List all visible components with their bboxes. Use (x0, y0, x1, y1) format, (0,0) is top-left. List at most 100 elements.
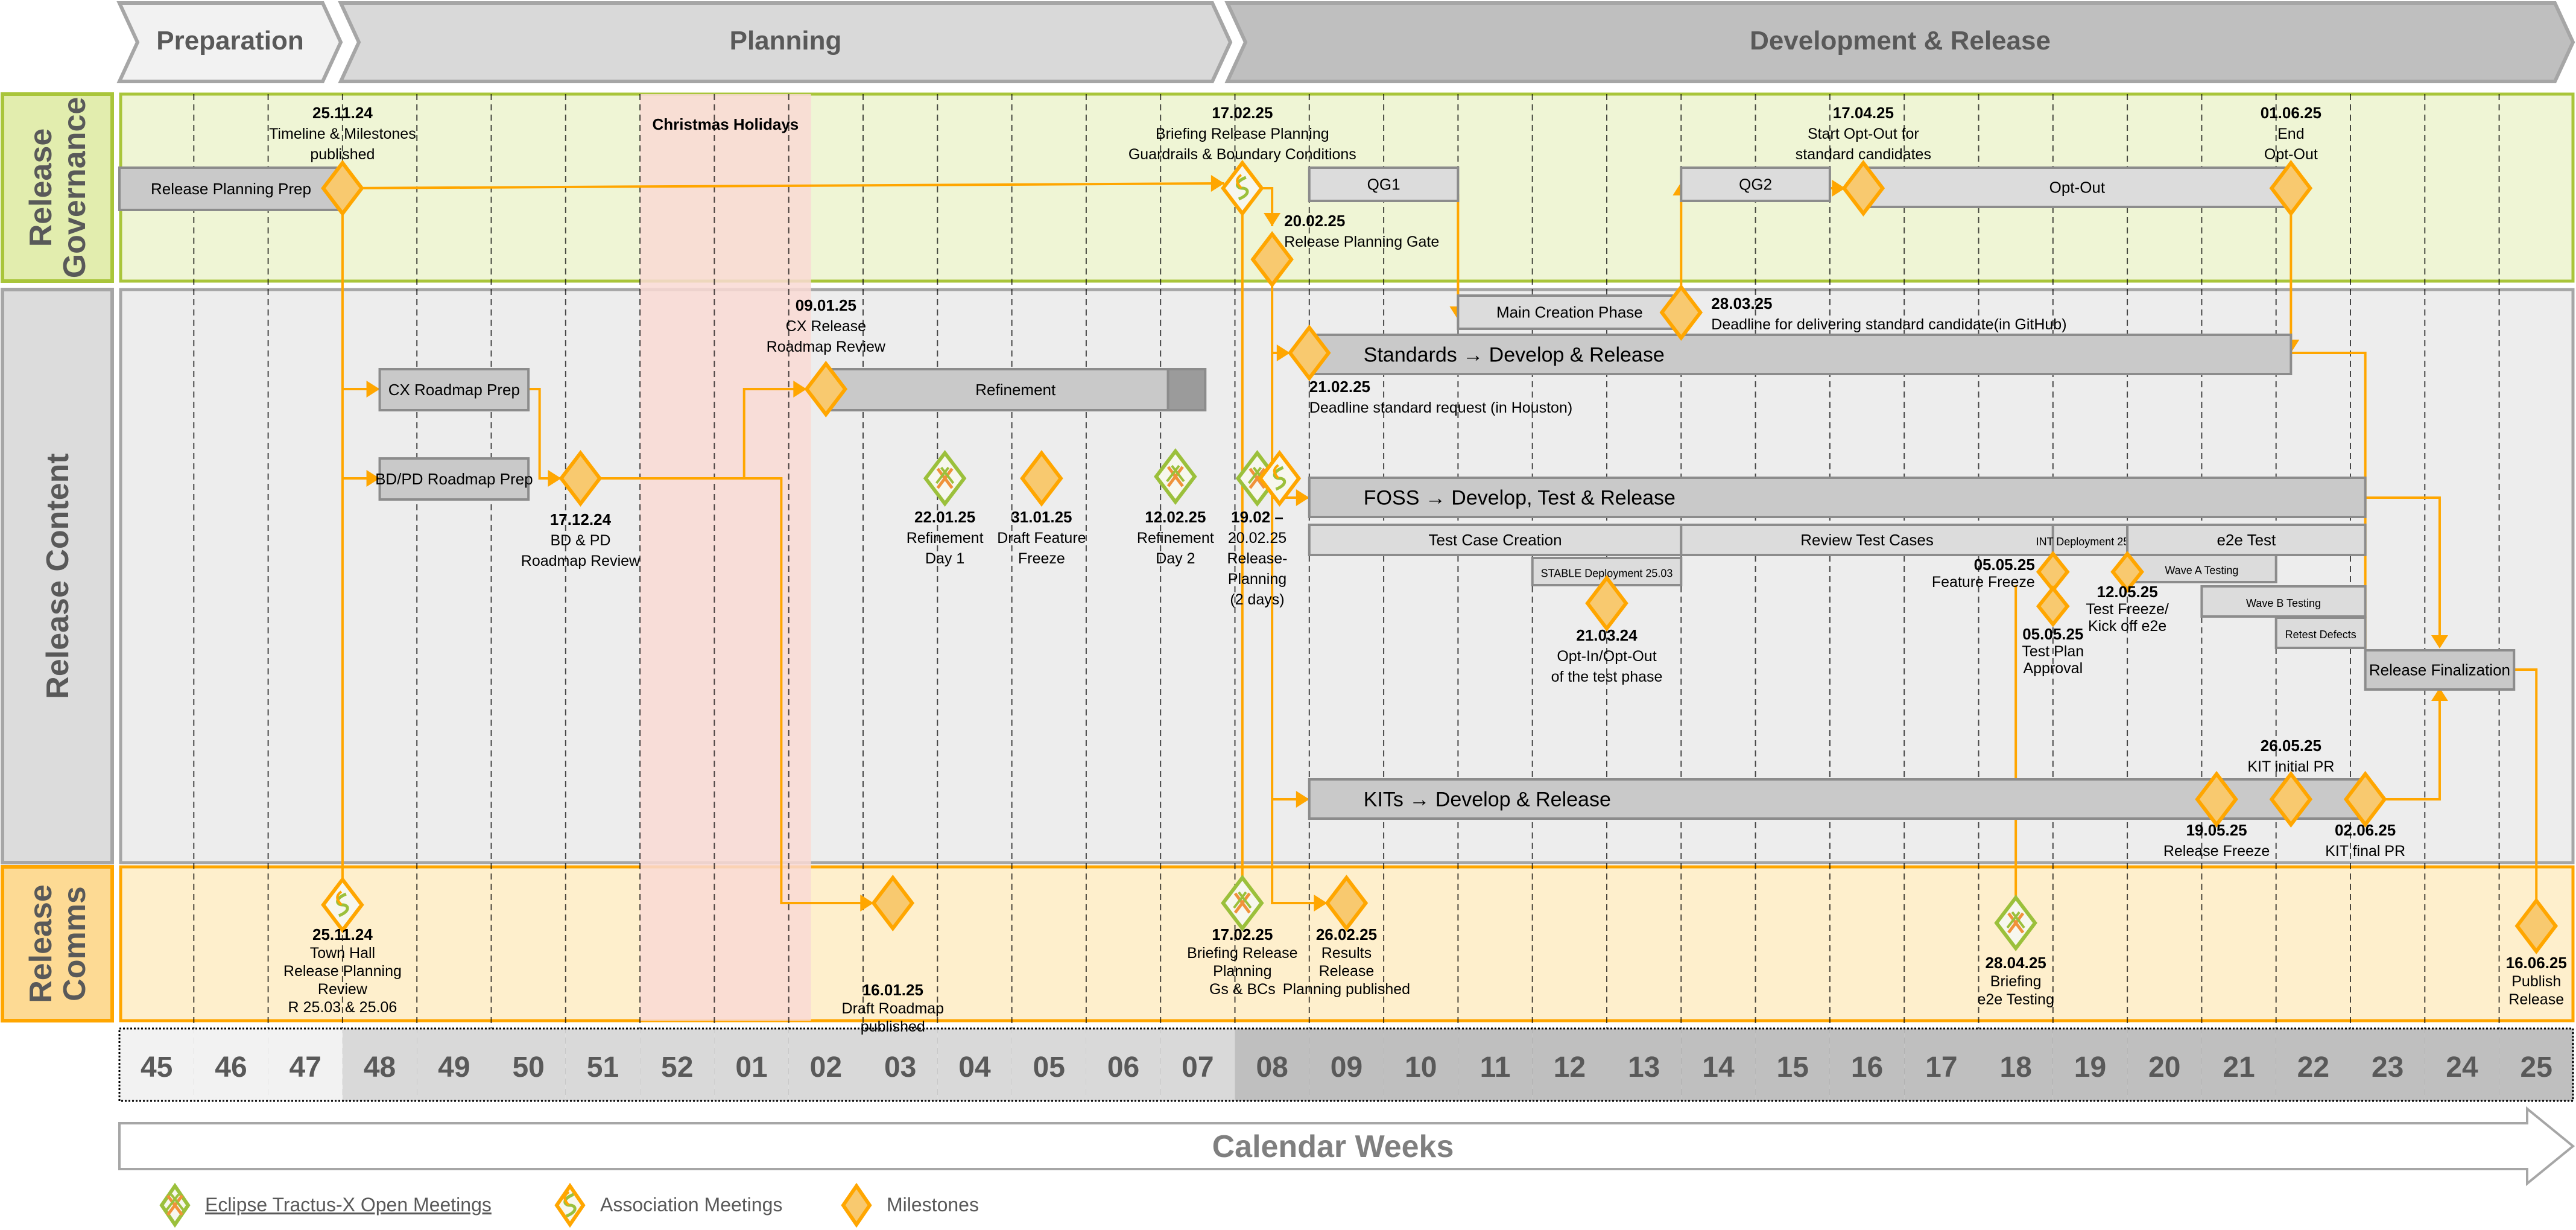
week-number: 11 (1480, 1051, 1511, 1083)
marker-date: 21.02.25 (1309, 378, 1370, 396)
week-number: 17 (1925, 1051, 1957, 1083)
marker-text: Feature Freeze (1932, 574, 2035, 591)
marker-date: 17.12.24 (550, 510, 612, 528)
marker-text: CX Release (786, 318, 866, 335)
marker-text: Release (2508, 991, 2564, 1008)
legend-label: Association Meetings (600, 1194, 782, 1216)
bar-label: Test Case Creation (1428, 531, 1562, 549)
marker-text: Review (318, 981, 368, 998)
legend-association-icon (554, 1182, 586, 1228)
christmas-holiday-band (640, 94, 811, 1021)
marker-text: Results (1321, 945, 1372, 962)
lane-label-line: Governance (57, 97, 92, 279)
bar-foss-develop-test-release: FOSS → Develop, Test & Release (1308, 477, 2367, 518)
week-number: 21 (2223, 1051, 2255, 1083)
marker-label: 19.02 – 20.02.25 Release- Planning (2 days) (1227, 508, 1287, 608)
marker-text: Planning published (1283, 981, 1410, 998)
bar-refinement: Refinement (824, 368, 1207, 411)
lane-label-line: Comms (57, 886, 92, 1001)
bar-qg2: QG2 (1680, 166, 1831, 202)
bar-label: Review Test Cases (1800, 531, 1934, 549)
release-timeline-diagram: Preparation Planning Development & Release… (1, 1, 2575, 1228)
marker-text: Planning (1213, 963, 1271, 980)
week-number: 46 (215, 1051, 247, 1083)
phase-label: Development & Release (1750, 26, 2051, 55)
bar-review-test-cases: Review Test Cases (1680, 524, 2054, 556)
marker-date: 05.05.25 (1974, 556, 2035, 574)
marker-date: 28.03.25 (1711, 294, 1772, 312)
week-number: 48 (364, 1051, 396, 1083)
bar-label: Release Planning Prep (151, 180, 311, 198)
bar-label: Wave B Testing (2246, 597, 2321, 609)
marker-text: Deadline for delivering standard candida… (1711, 316, 2066, 333)
marker-text: Opt-Out (2264, 146, 2318, 163)
week-number: 18 (1999, 1051, 2031, 1083)
legend-milestone-icon (841, 1182, 872, 1228)
legend-label: Milestones (887, 1194, 979, 1216)
week-number: 50 (512, 1051, 544, 1083)
week-number: 22 (2297, 1051, 2329, 1083)
bar-label: Opt-Out (2049, 179, 2106, 197)
marker-date: 28.04.25 (1986, 954, 2046, 972)
marker-text: Roadmap Review (521, 553, 641, 569)
week-number: 07 (1182, 1051, 1214, 1083)
marker-text: Draft Roadmap (842, 1000, 945, 1017)
marker-date: 21.03.24 (1576, 626, 1638, 644)
bar-e2e-test: e2e Test (2126, 524, 2367, 556)
marker-text: Release- (1227, 550, 1287, 567)
bar-qg1: QG1 (1308, 166, 1460, 202)
marker-text: published (310, 146, 375, 163)
marker-text: Start Opt-Out for (1808, 125, 1919, 142)
marker-date: 20.02.25 (1284, 212, 1345, 230)
week-number: 20 (2148, 1051, 2180, 1083)
marker-date: 31.01.25 (1011, 508, 1072, 526)
marker-text: of the test phase (1551, 668, 1663, 685)
bar-label: QG2 (1739, 176, 1772, 194)
marker-text: Planning (1228, 571, 1286, 588)
marker-date: 01.06.25 (2261, 104, 2321, 122)
week-number: 45 (141, 1051, 172, 1083)
marker-text: Release Freeze (2163, 843, 2270, 860)
bar-bd-pd-roadmap-prep: BD/PD Roadmap Prep (375, 457, 533, 501)
calendar-weeks-arrow: Calendar Weeks (118, 1106, 2575, 1187)
lane-label-line: Release (24, 884, 59, 1003)
lane-label-line: Release Content (40, 453, 75, 699)
bar-wave-b-testing: Wave B Testing (2200, 585, 2367, 618)
bar-label: KITs → Develop & Release (1364, 788, 1611, 811)
week-number: 24 (2446, 1051, 2478, 1083)
bar-cx-roadmap-prep: CX Roadmap Prep (378, 368, 530, 411)
marker-text: e2e Testing (1977, 991, 2054, 1008)
marker-text: Day 2 (1156, 550, 1195, 567)
marker-text: End (2277, 125, 2304, 142)
marker-text: Draft Feature (997, 530, 1086, 547)
bar-release-finalization: Release Finalization (2364, 649, 2516, 691)
lane-label: ReleaseComms (24, 884, 92, 1003)
week-number: 23 (2372, 1051, 2404, 1083)
week-number: 14 (1702, 1051, 1735, 1083)
bar-label: Release Finalization (2369, 661, 2510, 679)
marker-text: Approval (2023, 660, 2083, 677)
milestone-diamond (841, 1182, 872, 1228)
week-number: 12 (1554, 1051, 1586, 1083)
marker-text: Publish (2511, 973, 2561, 990)
marker-date: 02.06.25 (2335, 821, 2396, 839)
bar-label: e2e Test (2217, 531, 2276, 549)
marker-text: Refinement (1137, 530, 1214, 547)
marker-label: 05.05.25Test PlanApproval (2022, 625, 2084, 677)
marker-date: 25.11.24 (312, 925, 373, 943)
marker-text: published (861, 1018, 925, 1035)
lane-label: Release Content (40, 453, 75, 699)
bar-label: Main Creation Phase (1496, 303, 1643, 322)
refinement-buffer (1166, 368, 1207, 411)
marker-text: Opt-In/Opt-Out (1557, 648, 1656, 665)
marker-date: 09.01.25 (796, 296, 856, 314)
marker-text: Release Planning (283, 963, 402, 980)
marker-text: Kick off e2e (2088, 618, 2166, 635)
phase-label: Planning (730, 26, 842, 55)
bar-test-case-creation: Test Case Creation (1308, 524, 1683, 556)
week-number: 13 (1628, 1051, 1660, 1083)
week-number: 03 (884, 1051, 916, 1083)
marker-text: Briefing (1990, 973, 2042, 990)
marker-date: 17.02.25 (1212, 104, 1273, 122)
week-number: 19 (2074, 1051, 2106, 1083)
